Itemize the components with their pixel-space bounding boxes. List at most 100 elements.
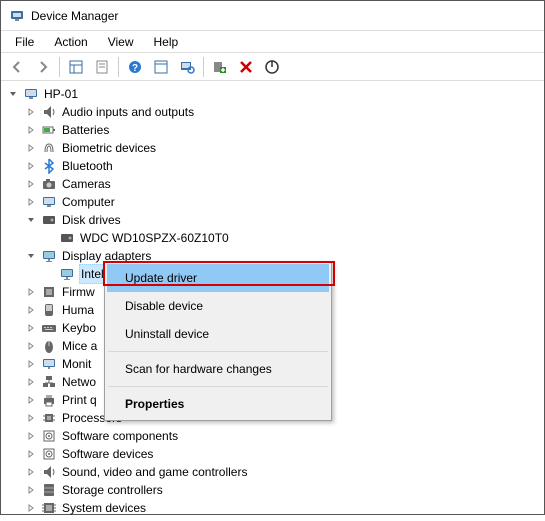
tree-node-label[interactable]: Batteries: [61, 121, 110, 139]
tree-node[interactable]: Disk drives: [3, 211, 542, 229]
device-tree[interactable]: HP-01 Audio inputs and outputsBatteriesB…: [1, 81, 544, 521]
enable-button[interactable]: [260, 55, 284, 79]
svg-text:?: ?: [132, 63, 138, 74]
tree-node[interactable]: Storage controllers: [3, 481, 542, 499]
tree-node-label[interactable]: Software devices: [61, 445, 154, 463]
back-button[interactable]: [5, 55, 29, 79]
tree-node[interactable]: Biometric devices: [3, 139, 542, 157]
tree-node-label[interactable]: System devices: [61, 499, 147, 517]
expander-icon[interactable]: [25, 502, 37, 514]
menu-action[interactable]: Action: [44, 33, 97, 51]
tree-node[interactable]: Audio inputs and outputs: [3, 103, 542, 121]
expander-icon[interactable]: [25, 484, 37, 496]
cm-scan-hardware[interactable]: Scan for hardware changes: [107, 355, 329, 383]
tree-node-label[interactable]: Storage controllers: [61, 481, 164, 499]
expander-icon[interactable]: [25, 142, 37, 154]
tree-node-label[interactable]: Software components: [61, 427, 179, 445]
tree-node-label[interactable]: Cameras: [61, 175, 112, 193]
expander-icon[interactable]: [25, 304, 37, 316]
tree-node-label[interactable]: Bluetooth: [61, 157, 114, 175]
titlebar: Device Manager: [1, 1, 544, 31]
action-button[interactable]: [149, 55, 173, 79]
display-icon: [59, 266, 75, 282]
camera-icon: [41, 176, 57, 192]
firmware-icon: [41, 284, 57, 300]
expander-icon[interactable]: [25, 448, 37, 460]
cm-separator: [108, 351, 328, 352]
expander-icon[interactable]: [25, 250, 37, 262]
tree-node[interactable]: Software devices: [3, 445, 542, 463]
cm-uninstall-device[interactable]: Uninstall device: [107, 320, 329, 348]
scan-button[interactable]: [175, 55, 199, 79]
expander-icon[interactable]: [25, 322, 37, 334]
tree-node[interactable]: Computer: [3, 193, 542, 211]
expander-icon[interactable]: [25, 466, 37, 478]
tree-node-label[interactable]: Netwo: [61, 373, 97, 391]
cm-update-driver[interactable]: Update driver: [107, 264, 329, 292]
tree-node-label[interactable]: Keybo: [61, 319, 97, 337]
expander-icon[interactable]: [25, 178, 37, 190]
forward-button[interactable]: [31, 55, 55, 79]
tree-node-label[interactable]: Firmw: [61, 283, 96, 301]
processor-icon: [41, 410, 57, 426]
bluetooth-icon: [41, 158, 57, 174]
network-icon: [41, 374, 57, 390]
help-button[interactable]: ?: [123, 55, 147, 79]
menu-file[interactable]: File: [5, 33, 44, 51]
tree-node-label[interactable]: Computer: [61, 193, 116, 211]
storage-icon: [41, 482, 57, 498]
tree-node[interactable]: Batteries: [3, 121, 542, 139]
tree-node-label[interactable]: HP-01: [43, 85, 79, 103]
cm-separator: [108, 386, 328, 387]
tree-node-label[interactable]: Huma: [61, 301, 95, 319]
properties-button[interactable]: [90, 55, 114, 79]
tree-node[interactable]: System devices: [3, 499, 542, 517]
sound-icon: [41, 464, 57, 480]
tree-node-label[interactable]: Print q: [61, 391, 98, 409]
software-icon: [41, 446, 57, 462]
tree-node-label[interactable]: WDC WD10SPZX-60Z10T0: [79, 229, 230, 247]
expander-icon[interactable]: [7, 88, 19, 100]
expander-icon[interactable]: [25, 394, 37, 406]
cm-properties[interactable]: Properties: [107, 390, 329, 418]
disk-icon: [59, 230, 75, 246]
disk-icon: [41, 212, 57, 228]
expander-icon[interactable]: [25, 358, 37, 370]
tree-node-label[interactable]: Disk drives: [61, 211, 122, 229]
keyboard-icon: [41, 320, 57, 336]
system-icon: [41, 500, 57, 516]
biometric-icon: [41, 140, 57, 156]
menu-view[interactable]: View: [98, 33, 144, 51]
tree-node[interactable]: Cameras: [3, 175, 542, 193]
tree-node[interactable]: Software components: [3, 427, 542, 445]
tree-node-label[interactable]: Monit: [61, 355, 92, 373]
expander-icon[interactable]: [25, 340, 37, 352]
menubar: File Action View Help: [1, 31, 544, 53]
expander-icon[interactable]: [25, 430, 37, 442]
cm-disable-device[interactable]: Disable device: [107, 292, 329, 320]
tree-node[interactable]: Bluetooth: [3, 157, 542, 175]
tree-root[interactable]: HP-01: [3, 85, 542, 103]
expander-icon[interactable]: [25, 376, 37, 388]
expander-icon[interactable]: [25, 196, 37, 208]
tree-node-label[interactable]: Sound, video and game controllers: [61, 463, 248, 481]
menu-help[interactable]: Help: [144, 33, 189, 51]
expander-icon[interactable]: [25, 160, 37, 172]
expander-icon[interactable]: [25, 286, 37, 298]
install-button[interactable]: [208, 55, 232, 79]
display-icon: [41, 248, 57, 264]
computer-icon: [41, 194, 57, 210]
expander-icon[interactable]: [25, 214, 37, 226]
show-hide-button[interactable]: [64, 55, 88, 79]
uninstall-button[interactable]: [234, 55, 258, 79]
expander-icon[interactable]: [25, 124, 37, 136]
tree-node-label[interactable]: Mice a: [61, 337, 98, 355]
tree-node[interactable]: Sound, video and game controllers: [3, 463, 542, 481]
tree-node[interactable]: WDC WD10SPZX-60Z10T0: [3, 229, 542, 247]
toolbar-sep: [118, 57, 119, 77]
devmgr-icon: [9, 8, 25, 24]
expander-icon[interactable]: [25, 106, 37, 118]
expander-icon[interactable]: [25, 412, 37, 424]
tree-node-label[interactable]: Audio inputs and outputs: [61, 103, 195, 121]
tree-node-label[interactable]: Biometric devices: [61, 139, 157, 157]
